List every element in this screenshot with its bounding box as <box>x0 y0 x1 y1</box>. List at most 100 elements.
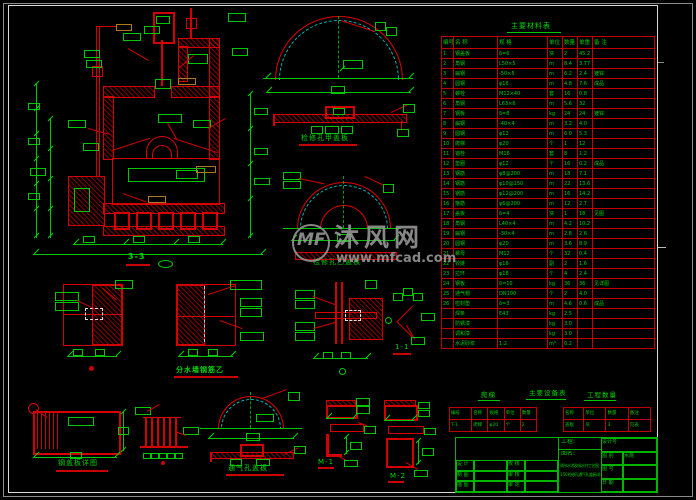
dimension-line <box>33 254 263 255</box>
leader-line <box>128 48 149 61</box>
caption-underline <box>174 376 238 378</box>
table-cell: 6.2 <box>563 69 578 79</box>
section-1-1-label: 1-1 <box>395 343 409 351</box>
table-cell: 4 <box>442 79 454 89</box>
callout-tag <box>143 453 151 459</box>
callout-tag <box>413 293 423 301</box>
project-label: 工程: <box>561 439 575 445</box>
ladder-table-title: 爬梯 <box>481 391 496 399</box>
signature-label: 描 图 <box>456 481 474 492</box>
table-cell: 16 <box>442 199 454 209</box>
table-cell: 个 <box>548 269 563 279</box>
table-cell: φ6@200 <box>498 199 548 209</box>
table-header-cell: 单重 <box>578 37 593 49</box>
table-cell: 圆钢 <box>454 79 498 89</box>
circle-marker <box>339 368 346 375</box>
table-cell: 4 <box>563 269 578 279</box>
title-underline <box>478 400 500 401</box>
callout-tag <box>28 138 40 145</box>
table-cell: φ20 <box>498 239 548 249</box>
table-cell: 3 <box>606 420 628 432</box>
callout-tag <box>323 352 333 359</box>
caption-underline <box>299 144 357 146</box>
table-cell: m <box>548 99 563 109</box>
callout-tag <box>341 352 351 359</box>
callout-tag <box>83 143 99 151</box>
table-cell: 8.4 <box>563 59 578 69</box>
table-cell: 0.8 <box>578 89 593 99</box>
table-cell: 1:2 <box>498 339 548 349</box>
callout-tag <box>383 184 394 193</box>
table-cell <box>593 89 655 99</box>
table-cell <box>578 319 593 329</box>
callout-tag <box>55 302 79 311</box>
dimension-line <box>73 244 223 245</box>
callout-tag <box>333 108 345 115</box>
divider-caption: 分水墙钢筋乙 <box>176 366 224 374</box>
m1-label: M-1 <box>318 458 334 466</box>
red-line <box>151 417 153 446</box>
table-cell: 爬梯 <box>472 420 488 432</box>
callout-tag <box>418 402 430 409</box>
callout-tag <box>364 426 376 434</box>
drawing-number-grid: 设计号图 别水施图 号日 期 <box>601 438 657 492</box>
table-cell: 扁钢 <box>454 119 498 129</box>
callout-tag <box>411 337 425 345</box>
title-block: 设 计校 核制 图审 核描 图审 定 工程: 图名: 调节水池及吸水井工艺图 1… <box>455 437 658 493</box>
callout-tag <box>123 33 141 41</box>
callout-tag-orange <box>148 196 166 203</box>
table-cell: 锚栓 <box>454 149 498 159</box>
table-cell <box>498 329 548 339</box>
table-cell: δ=8 <box>498 109 548 119</box>
table-cell: 5.6 <box>563 99 578 109</box>
centerline <box>338 16 339 78</box>
title-underline <box>507 32 561 33</box>
table-cell: 3.2 <box>563 119 578 129</box>
table-cell: 钢板 <box>454 109 498 119</box>
table-cell: E43 <box>498 309 548 319</box>
callout-tag <box>295 300 315 309</box>
dimension-tick <box>366 353 372 359</box>
drawing-number-value <box>623 465 657 479</box>
callout-tag <box>133 236 145 243</box>
table-cell: φ20 <box>498 139 548 149</box>
table-cell: 1 <box>563 139 578 149</box>
table-cell: 10.2 <box>578 219 593 229</box>
table-cell: 7 <box>442 109 454 119</box>
callout-tag <box>115 280 133 289</box>
table-cell <box>593 169 655 179</box>
table-cell: kg <box>548 309 563 319</box>
callout-tag <box>397 129 409 137</box>
callout-tag <box>403 288 413 296</box>
table-cell: 3 <box>442 69 454 79</box>
label-underline <box>318 467 334 469</box>
red-line <box>176 316 234 317</box>
signature-value <box>525 481 558 492</box>
hatched-region <box>103 226 225 236</box>
table-cell: 32 <box>563 249 578 259</box>
dimension-line <box>67 356 117 357</box>
table-cell <box>593 249 655 259</box>
callout-tag <box>393 293 403 301</box>
callout-tag <box>156 16 170 24</box>
table-header-cell: 规 格 <box>498 37 548 49</box>
callout-tag-orange <box>196 166 216 173</box>
red-line <box>37 413 38 449</box>
label-underline <box>126 264 150 266</box>
table-cell: 0.2 <box>563 339 578 349</box>
table-cell: φ20 <box>488 420 504 432</box>
table-cell: 16 <box>563 159 578 169</box>
callout-tag <box>240 298 262 307</box>
table-cell <box>593 269 655 279</box>
table-cell: 垫圈 <box>454 159 498 169</box>
table-cell: 铰链 <box>454 259 498 269</box>
divider-wall-detail-b: 分水墙钢筋乙 <box>168 280 266 382</box>
table-cell: 17 <box>442 209 454 219</box>
table-cell: 32 <box>578 99 593 109</box>
table-cell: 24 <box>563 109 578 119</box>
callout-tag <box>28 103 40 110</box>
table-cell: 钢板 <box>454 279 498 289</box>
table-cell: 2.6 <box>578 229 593 239</box>
callout-tag <box>188 236 200 243</box>
material-table: 编号名 称规 格单位数量单重备 注1钢盖板δ=6块245.22角钢L50×5m8… <box>441 36 655 349</box>
